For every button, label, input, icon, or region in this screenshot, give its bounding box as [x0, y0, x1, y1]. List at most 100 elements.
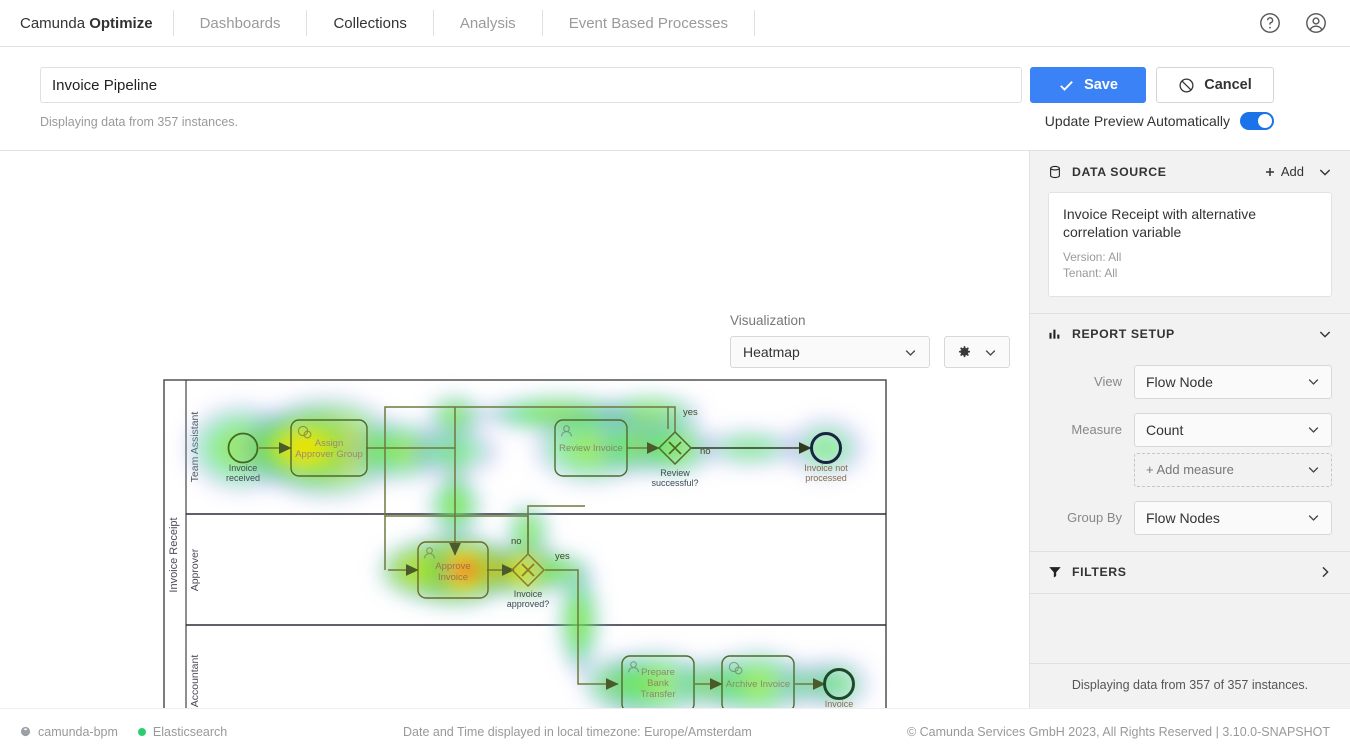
footer-copyright: © Camunda Services GmbH 2023, All Rights…	[907, 725, 1330, 739]
bar-chart-icon	[1048, 327, 1062, 341]
add-data-source-label: Add	[1281, 164, 1304, 179]
svg-text:Transfer: Transfer	[640, 689, 675, 700]
update-preview-row: Update Preview Automatically	[1045, 112, 1274, 130]
svg-text:successful?: successful?	[651, 478, 698, 488]
footer-engine-label: camunda-bpm	[38, 725, 118, 739]
view-selected-value: Flow Node	[1146, 374, 1213, 390]
header-actions	[1258, 11, 1350, 35]
nav-item-analysis[interactable]: Analysis	[434, 0, 542, 46]
chevron-down-icon	[1307, 511, 1320, 524]
chevron-down-icon	[1307, 423, 1320, 436]
group-by-selected-value: Flow Nodes	[1146, 510, 1220, 526]
footer-engine-status: camunda-bpm	[20, 725, 118, 739]
app-brand[interactable]: Camunda Optimize	[0, 15, 173, 32]
report-setup-body: View Flow Node Measure Count + Add measu…	[1030, 355, 1350, 551]
nav-item-event-based-processes[interactable]: Event Based Processes	[543, 0, 754, 46]
chevron-down-icon[interactable]	[1318, 327, 1332, 341]
svg-text:Bank: Bank	[647, 678, 669, 689]
report-setup-header-actions	[1318, 327, 1332, 341]
node-label-invoice-approved: Invoice	[514, 589, 543, 599]
main-nav: Dashboards Collections Analysis Event Ba…	[174, 0, 755, 46]
node-label-invoice-not-processed: Invoice not	[804, 463, 848, 473]
filters-header-actions	[1318, 565, 1332, 579]
footer-timezone-note: Date and Time displayed in local timezon…	[403, 725, 752, 739]
cancel-circle-icon	[1178, 77, 1195, 94]
brand-prefix: Camunda	[20, 15, 89, 32]
nav-item-dashboards[interactable]: Dashboards	[174, 0, 307, 46]
node-label-review-invoice: Review Invoice	[559, 443, 623, 454]
group-by-select[interactable]: Flow Nodes	[1134, 501, 1332, 535]
nav-divider	[754, 10, 755, 36]
funnel-icon	[1048, 565, 1062, 579]
node-label-review-successful: Review	[660, 468, 690, 478]
chevron-down-icon[interactable]	[1318, 165, 1332, 179]
view-field-row: View Flow Node	[1048, 365, 1332, 399]
filters-section-header[interactable]: Filters	[1030, 552, 1350, 593]
app-footer: camunda-bpm Elasticsearch Date and Time …	[0, 708, 1350, 754]
node-label-archive-invoice: Archive Invoice	[726, 679, 790, 690]
bpmn-canvas: Invoice Receipt Team Assistant Approver …	[0, 151, 1030, 708]
footer-database-label: Elasticsearch	[153, 725, 227, 739]
data-source-header-actions: Add	[1264, 164, 1332, 179]
measure-field-row: Measure Count	[1048, 413, 1332, 447]
svg-text:approved?: approved?	[507, 599, 550, 609]
report-title-group: Displaying data from 357 instances.	[40, 67, 1030, 129]
update-preview-toggle[interactable]	[1240, 112, 1274, 130]
database-icon	[1048, 165, 1062, 179]
data-source-name: Invoice Receipt with alternative correla…	[1063, 206, 1317, 242]
svg-text:Approver Group: Approver Group	[295, 449, 363, 460]
cancel-button[interactable]: Cancel	[1156, 67, 1274, 103]
node-label-assign-approver-group: Assign	[315, 438, 344, 449]
measure-field-label: Measure	[1071, 422, 1122, 437]
group-by-field-row: Group By Flow Nodes	[1048, 501, 1332, 535]
svg-text:Invoice: Invoice	[438, 572, 468, 583]
report-actions: Save Cancel Update Preview Automatically	[1030, 67, 1274, 130]
data-source-title: Data Source	[1072, 165, 1167, 179]
add-data-source-button[interactable]: Add	[1264, 164, 1304, 179]
chevron-right-icon[interactable]	[1318, 565, 1332, 579]
app-body: Visualization Heatmap	[0, 151, 1350, 708]
pool-label: Invoice Receipt	[168, 517, 180, 592]
data-source-tenant: Tenant: All	[1063, 265, 1317, 282]
report-preview-area: Visualization Heatmap	[0, 151, 1030, 708]
panel-divider	[1030, 593, 1350, 594]
add-measure-select[interactable]: + Add measure	[1134, 453, 1332, 487]
action-buttons: Save Cancel	[1030, 67, 1274, 103]
add-measure-label: + Add measure	[1146, 462, 1234, 477]
save-button-label: Save	[1084, 77, 1118, 93]
edge-label-review-yes: yes	[683, 407, 698, 418]
node-label-invoice-received: Invoice	[229, 463, 258, 473]
update-preview-label: Update Preview Automatically	[1045, 113, 1230, 129]
footer-database-status: Elasticsearch	[138, 725, 227, 739]
data-source-version: Version: All	[1063, 249, 1317, 266]
node-label-approve-invoice: Approve	[435, 561, 470, 572]
report-setup-section-header: Report Setup	[1030, 314, 1350, 355]
report-titlebar: Displaying data from 357 instances. Save…	[0, 47, 1350, 151]
bpmn-heatmap-diagram[interactable]: Invoice Receipt Team Assistant Approver …	[0, 151, 1029, 708]
report-setup-title: Report Setup	[1072, 327, 1175, 341]
nav-item-collections[interactable]: Collections	[307, 0, 432, 46]
measure-select[interactable]: Count	[1134, 413, 1332, 447]
save-button[interactable]: Save	[1030, 67, 1146, 103]
check-icon	[1058, 77, 1075, 94]
edge-label-approved-yes: yes	[555, 551, 570, 562]
instance-count-label: Displaying data from 357 instances.	[40, 115, 1030, 129]
edge-label-review-no: no	[700, 446, 711, 457]
help-circle-icon[interactable]	[1258, 11, 1282, 35]
add-measure-row: + Add measure	[1048, 453, 1332, 487]
report-name-input[interactable]	[40, 67, 1022, 103]
node-label-invoice-processed: Invoice	[825, 699, 854, 708]
edge-label-approved-no: no	[511, 536, 522, 547]
chevron-down-icon	[1307, 463, 1320, 476]
report-config-panel: Data Source Add Invoice Receipt with alt…	[1030, 151, 1350, 708]
cancel-button-label: Cancel	[1204, 77, 1252, 93]
view-select[interactable]: Flow Node	[1134, 365, 1332, 399]
user-circle-icon[interactable]	[1304, 11, 1328, 35]
app-header: Camunda Optimize Dashboards Collections …	[0, 0, 1350, 47]
status-dot-icon	[138, 728, 146, 736]
data-source-card[interactable]: Invoice Receipt with alternative correla…	[1048, 192, 1332, 297]
footer-status-group: camunda-bpm Elasticsearch	[20, 725, 227, 739]
lane-label-approver: Approver	[189, 548, 201, 591]
group-by-field-label: Group By	[1067, 510, 1122, 525]
svg-text:processed: processed	[805, 473, 847, 483]
